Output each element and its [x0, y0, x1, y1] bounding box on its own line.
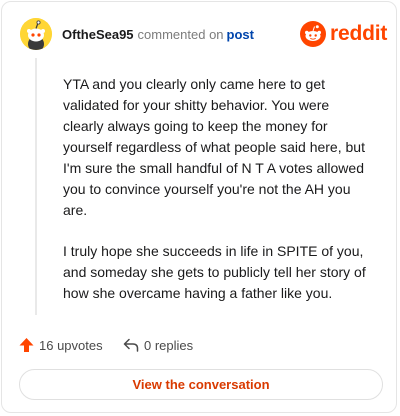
reply-arrow-icon — [123, 338, 139, 352]
action-text: commented on — [137, 27, 224, 42]
reply-button[interactable]: 0 replies — [123, 335, 193, 355]
snoo-avatar-icon[interactable] — [20, 18, 52, 50]
comment-paragraph-2: I truly hope she succeeds in life in SPI… — [63, 243, 366, 301]
username-link[interactable]: OftheSea95 — [62, 27, 134, 42]
reply-count: 0 replies — [144, 337, 194, 353]
reddit-logo-icon — [300, 21, 326, 47]
comment-paragraph-1: YTA and you clearly only came here to ge… — [63, 76, 365, 218]
thread-line — [35, 58, 37, 315]
embedded-comment-card: OftheSea95 commented on post reddit YTA an… — [1, 1, 397, 413]
upvote-arrow-icon — [19, 338, 34, 352]
comment-header: OftheSea95 commented on post reddit — [18, 16, 387, 52]
upvote-count: 16 upvotes — [39, 337, 103, 353]
post-link[interactable]: post — [227, 27, 254, 42]
comment-meta: OftheSea95 commented on post — [62, 27, 254, 43]
reddit-logo[interactable]: reddit — [300, 20, 387, 48]
view-conversation-button[interactable]: View the conversation — [19, 369, 383, 400]
reddit-wordmark: reddit — [330, 22, 388, 45]
comment-body: YTA and you clearly only came here to ge… — [63, 74, 373, 324]
upvote-button[interactable]: 16 upvotes — [19, 335, 103, 355]
